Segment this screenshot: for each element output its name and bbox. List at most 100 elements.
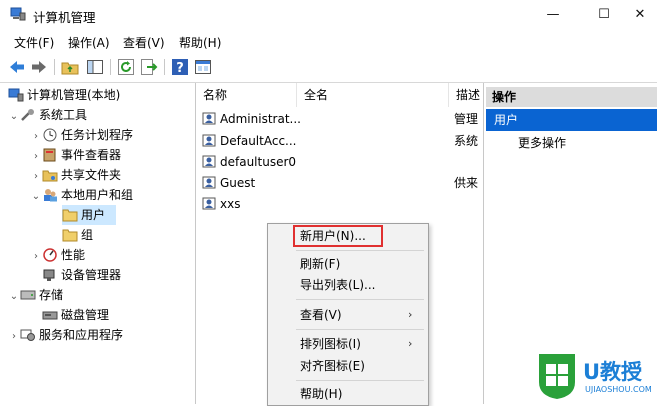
tree-label: 本地用户和组	[61, 188, 134, 202]
column-header-name[interactable]: 名称	[196, 83, 297, 107]
chevron-right-icon[interactable]: ›	[30, 147, 42, 167]
menu-item-view[interactable]: 查看(V)	[300, 305, 342, 325]
tree-item-local-users-groups[interactable]: ⌄ 本地用户和组	[30, 185, 133, 205]
tree-label: 任务计划程序	[61, 128, 134, 142]
tree-item-services-apps[interactable]: › 服务和应用程序	[8, 325, 123, 345]
user-name: defaultuser0	[220, 155, 297, 169]
disk-icon	[42, 311, 58, 320]
tree-item-event-viewer[interactable]: › 事件查看器	[30, 145, 121, 165]
folder-icon	[62, 229, 78, 242]
tree-item-storage[interactable]: ⌄ 存储	[8, 285, 63, 305]
back-arrow-icon[interactable]	[8, 58, 26, 76]
tree-item-groups[interactable]: 组	[62, 225, 93, 245]
list-item[interactable]: xxs	[202, 194, 240, 214]
brand-name: U教授	[583, 360, 643, 384]
tree-item-task-scheduler[interactable]: › 任务计划程序	[30, 125, 133, 145]
chevron-right-icon[interactable]: ›	[8, 327, 20, 347]
close-button[interactable]: ✕	[619, 0, 657, 30]
services-icon	[20, 329, 35, 341]
users-group-icon	[44, 189, 57, 202]
menu-separator	[296, 380, 424, 381]
tree-item-performance[interactable]: › 性能	[30, 245, 85, 265]
toolbar: ?	[0, 53, 657, 83]
menu-item-export-list[interactable]: 导出列表(L)...	[300, 275, 376, 295]
user-icon	[202, 134, 216, 147]
menu-action[interactable]: 操作(A)	[68, 34, 110, 51]
forward-arrow-icon[interactable]	[30, 58, 48, 76]
column-header-fullname[interactable]: 全名	[297, 83, 449, 107]
svg-text:?: ?	[176, 61, 184, 76]
chevron-right-icon: ›	[408, 337, 413, 350]
menu-view[interactable]: 查看(V)	[123, 34, 165, 51]
refresh-icon[interactable]	[117, 58, 135, 76]
menu-separator	[296, 299, 424, 300]
tree-label: 事件查看器	[61, 148, 122, 162]
device-manager-icon	[43, 269, 55, 281]
chevron-right-icon[interactable]: ›	[30, 127, 42, 147]
tree-item-system-tools[interactable]: ⌄ 系统工具	[8, 105, 87, 125]
user-icon	[202, 112, 216, 125]
menu-item-new-user[interactable]: 新用户(N)...	[300, 226, 366, 246]
tree-item-users[interactable]: 用户	[62, 205, 116, 225]
shared-folder-icon	[42, 170, 58, 182]
actions-section-users[interactable]: 用户	[486, 109, 657, 131]
tree-item-shared-folders[interactable]: › 共享文件夹	[30, 165, 121, 185]
user-icon	[202, 176, 216, 189]
tree-label: 服务和应用程序	[39, 328, 124, 342]
chevron-down-icon[interactable]: ⌄	[8, 287, 20, 307]
export-list-icon[interactable]	[140, 58, 158, 76]
menu-item-help[interactable]: 帮助(H)	[300, 384, 342, 404]
menu-item-align-icons[interactable]: 对齐图标(E)	[300, 356, 365, 376]
tree-item-device-manager[interactable]: 设备管理器	[42, 265, 121, 285]
console-tree: 计算机管理(本地) ⌄ 系统工具 › 任务计划程序 › 事件查看器 › 共享文件夹 ⌄ 本…	[0, 83, 196, 404]
clock-icon	[43, 128, 57, 142]
menu-file[interactable]: 文件(F)	[14, 34, 54, 51]
column-header-description[interactable]: 描述	[449, 83, 483, 107]
context-menu: 新用户(N)... 刷新(F) 导出列表(L)... 查看(V) › 排列图标(…	[267, 223, 429, 406]
chevron-right-icon[interactable]: ›	[30, 247, 42, 267]
menu-separator	[296, 250, 424, 251]
list-item[interactable]: DefaultAcc...	[202, 131, 296, 151]
chevron-down-icon[interactable]: ⌄	[30, 187, 42, 207]
menu-item-refresh[interactable]: 刷新(F)	[300, 254, 340, 274]
user-name: xxs	[220, 197, 241, 211]
window-title: 计算机管理	[33, 10, 96, 25]
list-item[interactable]: Administrat...	[202, 109, 301, 129]
menu-help[interactable]: 帮助(H)	[179, 34, 221, 51]
more-actions-link[interactable]: 更多操作	[518, 134, 566, 152]
tree-label: 系统工具	[39, 108, 88, 122]
minimize-button[interactable]: —	[532, 0, 574, 30]
tree-label: 组	[81, 228, 94, 242]
toolbar-separator	[54, 59, 55, 75]
list-item[interactable]: Guest	[202, 173, 255, 193]
toolbar-separator	[110, 59, 111, 75]
tree-label: 存储	[39, 288, 64, 302]
event-viewer-icon	[43, 148, 56, 162]
tools-icon	[21, 109, 34, 121]
list-item[interactable]: defaultuser0	[202, 152, 296, 172]
menu-separator	[296, 329, 424, 330]
chevron-down-icon[interactable]: ⌄	[8, 107, 20, 127]
folder-icon	[62, 209, 78, 222]
show-hide-tree-icon[interactable]	[86, 58, 104, 76]
properties-icon[interactable]	[194, 58, 212, 76]
computer-management-icon	[10, 7, 26, 21]
storage-icon	[20, 290, 36, 300]
tree-label: 磁盘管理	[61, 308, 110, 322]
menu-item-arrange-icons[interactable]: 排列图标(I)	[300, 334, 361, 354]
chevron-right-icon[interactable]: ›	[30, 167, 42, 187]
user-description: 管理	[454, 112, 479, 126]
watermark: U教授 UJIAOSHOU.COM	[533, 352, 657, 404]
user-icon	[202, 155, 216, 168]
brand-logo-icon	[539, 354, 575, 399]
tree-item-computer-management[interactable]: 计算机管理(本地)	[8, 85, 120, 105]
user-name: Guest	[220, 176, 256, 190]
user-name: Administrat...	[220, 112, 301, 126]
tree-item-disk-management[interactable]: 磁盘管理	[42, 305, 109, 325]
tree-label: 设备管理器	[61, 268, 122, 282]
user-name: DefaultAcc...	[220, 134, 297, 148]
up-folder-icon[interactable]	[61, 58, 79, 76]
computer-management-icon	[8, 88, 24, 102]
help-icon[interactable]: ?	[171, 58, 189, 76]
actions-header: 操作	[486, 87, 657, 107]
